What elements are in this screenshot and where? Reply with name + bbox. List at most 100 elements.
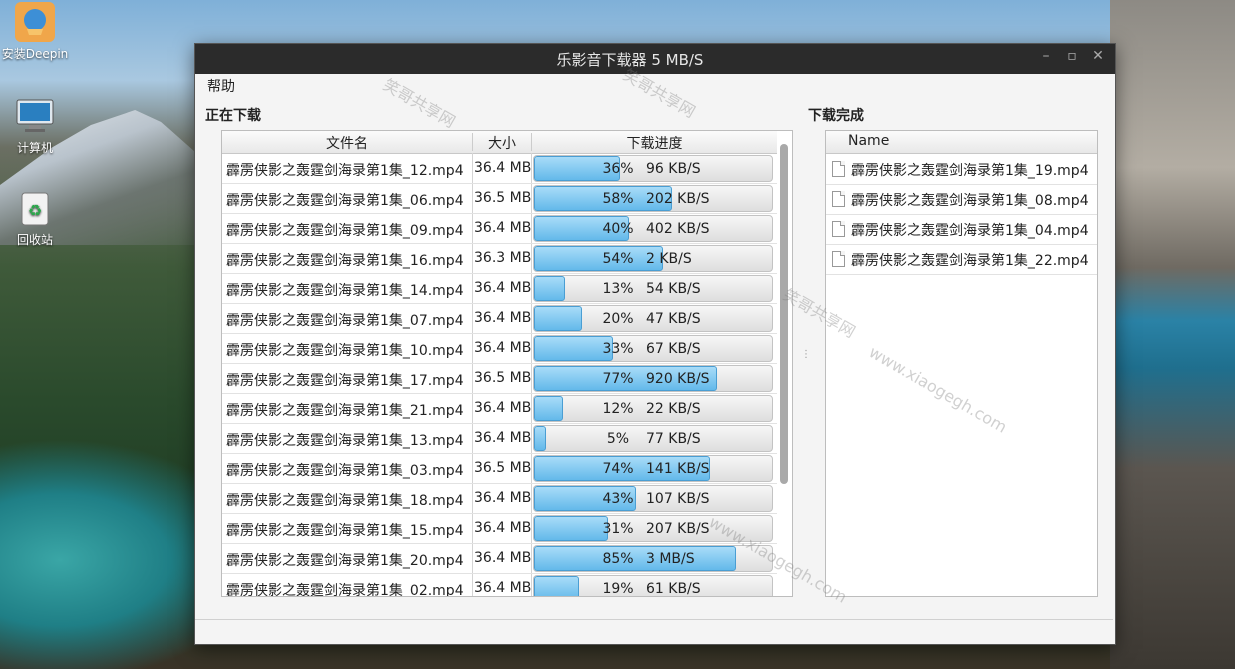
completed-file-name: 霹雳侠影之轰霆剑海录第1集_19.mp4 [851, 163, 1089, 179]
progress-bar: 43% 107 KB/S [533, 485, 773, 512]
download-speed: 402 KB/S [646, 221, 710, 237]
desktop-icon-installer[interactable]: 安装Deepin [0, 2, 70, 62]
close-button[interactable]: ✕ [1089, 48, 1107, 66]
file-name-cell: 霹雳侠影之轰霆剑海录第1集_20.mp4 [226, 553, 464, 569]
download-speed: 207 KB/S [646, 521, 710, 537]
completed-list-header: Name [826, 131, 1097, 154]
file-size-cell: 36.4 MB [474, 220, 532, 236]
table-row[interactable]: 霹雳侠影之轰霆剑海录第1集_02.mp4 36.4 MB 19% 61 KB/S [222, 574, 777, 597]
progress-percent: 36% [602, 161, 634, 177]
file-size-cell: 36.4 MB [474, 280, 532, 296]
file-size-cell: 36.4 MB [474, 310, 532, 326]
progress-percent: 33% [602, 341, 634, 357]
file-size-cell: 36.5 MB [474, 460, 532, 476]
file-name-cell: 霹雳侠影之轰霆剑海录第1集_10.mp4 [226, 343, 464, 359]
menu-help[interactable]: 帮助 [207, 76, 235, 96]
completed-list-item[interactable]: 霹雳侠影之轰霆剑海录第1集_04.mp4 [826, 214, 1097, 245]
file-size-cell: 36.4 MB [474, 160, 532, 176]
table-row[interactable]: 霹雳侠影之轰霆剑海录第1集_20.mp4 36.4 MB 85% 3 MB/S [222, 544, 777, 574]
download-speed: 77 KB/S [646, 431, 701, 447]
completed-file-name: 霹雳侠影之轰霆剑海录第1集_08.mp4 [851, 193, 1089, 209]
progress-bar: 5% 77 KB/S [533, 425, 773, 452]
progress-fill [534, 576, 580, 596]
download-speed: 54 KB/S [646, 281, 701, 297]
download-speed: 67 KB/S [646, 341, 701, 357]
table-row[interactable]: 霹雳侠影之轰霆剑海录第1集_17.mp4 36.5 MB 77% 920 KB/S [222, 364, 777, 394]
file-icon [832, 221, 845, 237]
progress-percent: 19% [602, 581, 634, 597]
column-header-completed-name[interactable]: Name [848, 133, 889, 149]
table-row[interactable]: 霹雳侠影之轰霆剑海录第1集_12.mp4 36.4 MB 36% 96 KB/S [222, 154, 777, 184]
desktop-icon-trash[interactable]: ♻ 回收站 [0, 188, 70, 248]
downloading-label: 正在下载 [205, 108, 261, 124]
table-row[interactable]: 霹雳侠影之轰霆剑海录第1集_15.mp4 36.4 MB 31% 207 KB/S [222, 514, 777, 544]
completed-list-item[interactable]: 霹雳侠影之轰霆剑海录第1集_22.mp4 [826, 244, 1097, 275]
progress-bar: 33% 67 KB/S [533, 335, 773, 362]
table-header: 文件名 大小 下载进度 [222, 131, 777, 154]
pane-splitter-handle[interactable]: ⋮ [801, 349, 811, 360]
table-scrollbar[interactable] [780, 144, 788, 484]
progress-percent: 85% [602, 551, 634, 567]
progress-bar: 77% 920 KB/S [533, 365, 773, 392]
download-speed: 61 KB/S [646, 581, 701, 597]
column-header-progress[interactable]: 下载进度 [532, 133, 777, 153]
table-row[interactable]: 霹雳侠影之轰霆剑海录第1集_07.mp4 36.4 MB 20% 47 KB/S [222, 304, 777, 334]
file-name-cell: 霹雳侠影之轰霆剑海录第1集_12.mp4 [226, 163, 464, 179]
minimize-button[interactable]: – [1037, 48, 1055, 66]
progress-bar: 58% 202 KB/S [533, 185, 773, 212]
column-header-size[interactable]: 大小 [473, 133, 531, 153]
status-bar-divider [195, 619, 1113, 620]
completed-file-name: 霹雳侠影之轰霆剑海录第1集_04.mp4 [851, 223, 1089, 239]
file-icon [832, 191, 845, 207]
download-speed: 96 KB/S [646, 161, 701, 177]
progress-percent: 58% [602, 191, 634, 207]
progress-bar: 54% 2 KB/S [533, 245, 773, 272]
title-bar[interactable]: 乐影音下载器 5 MB/S – ▫ ✕ [195, 44, 1115, 74]
downloading-table[interactable]: 文件名 大小 下载进度 霹雳侠影之轰霆剑海录第1集_12.mp4 36.4 MB 3… [221, 130, 793, 597]
progress-percent: 20% [602, 311, 634, 327]
file-name-cell: 霹雳侠影之轰霆剑海录第1集_09.mp4 [226, 223, 464, 239]
download-speed: 2 KB/S [646, 251, 692, 267]
completed-list-item[interactable]: 霹雳侠影之轰霆剑海录第1集_19.mp4 [826, 154, 1097, 185]
file-size-cell: 36.4 MB [474, 520, 532, 536]
file-size-cell: 36.5 MB [474, 370, 532, 386]
file-name-cell: 霹雳侠影之轰霆剑海录第1集_15.mp4 [226, 523, 464, 539]
table-row[interactable]: 霹雳侠影之轰霆剑海录第1集_10.mp4 36.4 MB 33% 67 KB/S [222, 334, 777, 364]
progress-percent: 54% [602, 251, 634, 267]
desktop-icon-computer[interactable]: 计算机 [0, 96, 70, 156]
desktop-icon-label: 计算机 [16, 141, 53, 155]
file-name-cell: 霹雳侠影之轰霆剑海录第1集_17.mp4 [226, 373, 464, 389]
file-name-cell: 霹雳侠影之轰霆剑海录第1集_21.mp4 [226, 403, 464, 419]
completed-list[interactable]: Name 霹雳侠影之轰霆剑海录第1集_19.mp4 霹雳侠影之轰霆剑海录第1集_0… [825, 130, 1098, 597]
progress-bar: 31% 207 KB/S [533, 515, 773, 542]
completed-list-item[interactable]: 霹雳侠影之轰霆剑海录第1集_08.mp4 [826, 184, 1097, 215]
maximize-button[interactable]: ▫ [1063, 48, 1081, 66]
table-row[interactable]: 霹雳侠影之轰霆剑海录第1集_16.mp4 36.3 MB 54% 2 KB/S [222, 244, 777, 274]
table-row[interactable]: 霹雳侠影之轰霆剑海录第1集_06.mp4 36.5 MB 58% 202 KB/S [222, 184, 777, 214]
file-name-cell: 霹雳侠影之轰霆剑海录第1集_13.mp4 [226, 433, 464, 449]
progress-percent: 40% [602, 221, 634, 237]
progress-bar: 74% 141 KB/S [533, 455, 773, 482]
progress-bar: 36% 96 KB/S [533, 155, 773, 182]
file-size-cell: 36.4 MB [474, 340, 532, 356]
completed-label: 下载完成 [808, 108, 864, 124]
table-row[interactable]: 霹雳侠影之轰霆剑海录第1集_13.mp4 36.4 MB 5% 77 KB/S [222, 424, 777, 454]
file-size-cell: 36.4 MB [474, 430, 532, 446]
progress-fill [534, 306, 582, 331]
table-row[interactable]: 霹雳侠影之轰霆剑海录第1集_18.mp4 36.4 MB 43% 107 KB/S [222, 484, 777, 514]
file-size-cell: 36.4 MB [474, 400, 532, 416]
file-size-cell: 36.4 MB [474, 550, 532, 566]
file-icon [832, 251, 845, 267]
table-row[interactable]: 霹雳侠影之轰霆剑海录第1集_14.mp4 36.4 MB 13% 54 KB/S [222, 274, 777, 304]
table-row[interactable]: 霹雳侠影之轰霆剑海录第1集_09.mp4 36.4 MB 40% 402 KB/S [222, 214, 777, 244]
progress-bar: 13% 54 KB/S [533, 275, 773, 302]
column-header-name[interactable]: 文件名 [222, 133, 472, 153]
file-name-cell: 霹雳侠影之轰霆剑海录第1集_18.mp4 [226, 493, 464, 509]
table-row[interactable]: 霹雳侠影之轰霆剑海录第1集_21.mp4 36.4 MB 12% 22 KB/S [222, 394, 777, 424]
download-speed: 22 KB/S [646, 401, 701, 417]
progress-fill [534, 276, 565, 301]
download-speed: 47 KB/S [646, 311, 701, 327]
downloader-window: 乐影音下载器 5 MB/S – ▫ ✕ 帮助 正在下载 下载完成 文件名 大小 … [194, 43, 1116, 645]
table-row[interactable]: 霹雳侠影之轰霆剑海录第1集_03.mp4 36.5 MB 74% 141 KB/S [222, 454, 777, 484]
progress-bar: 85% 3 MB/S [533, 545, 773, 572]
